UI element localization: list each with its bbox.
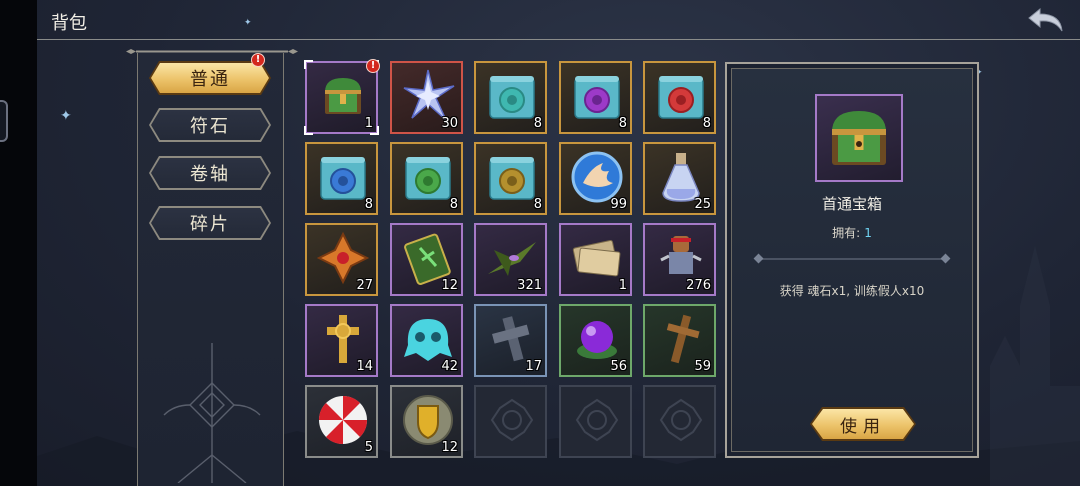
- tab-label: 符石: [151, 110, 269, 140]
- item-slot[interactable]: 8: [474, 142, 547, 215]
- decorative-emblem: [163, 343, 261, 483]
- empty-slot: [559, 385, 632, 458]
- purple-rune-scroll-icon: [574, 76, 620, 119]
- tab-label: 普通: [151, 63, 269, 93]
- selection-corner: [370, 126, 379, 135]
- item-count: 12: [441, 440, 458, 455]
- item-slot[interactable]: 99: [559, 142, 632, 215]
- item-slot[interactable]: 12: [390, 223, 463, 296]
- item-count: 321: [517, 278, 542, 293]
- treasure-chest-icon: [325, 78, 361, 114]
- item-slot[interactable]: 8: [643, 61, 716, 134]
- item-count: 25: [694, 197, 711, 212]
- item-slot[interactable]: 27: [305, 223, 378, 296]
- item-count: 42: [441, 359, 458, 374]
- selection-corner: [304, 126, 313, 135]
- item-count: 8: [702, 116, 711, 131]
- item-slot[interactable]: 56: [559, 304, 632, 377]
- item-count: 56: [610, 359, 627, 374]
- tab-normal[interactable]: 普通: [149, 61, 271, 95]
- owned-label: 拥有:: [832, 226, 861, 240]
- selection-corner: [304, 60, 313, 69]
- tab-runestone[interactable]: 符石: [149, 108, 271, 142]
- tab-label: 卷轴: [151, 158, 269, 188]
- item-count: 8: [449, 197, 458, 212]
- item-count: 30: [441, 116, 458, 131]
- use-button-label: 使用: [812, 409, 914, 439]
- item-slot[interactable]: 8: [390, 142, 463, 215]
- item-count: 8: [533, 116, 542, 131]
- item-slot[interactable]: 30: [390, 61, 463, 134]
- item-slot[interactable]: 5: [305, 385, 378, 458]
- empty-slot: [643, 385, 716, 458]
- top-bar: 背包: [37, 0, 1080, 40]
- divider: [758, 258, 946, 260]
- item-name: 首通宝箱: [821, 195, 882, 213]
- empty-slot: [474, 385, 547, 458]
- item-count: 5: [364, 440, 373, 455]
- back-button[interactable]: [1026, 5, 1066, 35]
- item-detail-panel: 首通宝箱 拥有: 1 获得 魂石x1, 训练假人x10 使用: [725, 62, 979, 458]
- item-count: 8: [364, 197, 373, 212]
- device-edge: [0, 0, 37, 486]
- alert-badge: !: [366, 59, 380, 73]
- category-panel: 普通 ! 符石 卷轴 碎片: [137, 53, 284, 486]
- owned-count: 拥有: 1: [732, 224, 972, 241]
- empty-slot-icon: [575, 398, 619, 442]
- tab-fragment[interactable]: 碎片: [149, 206, 271, 240]
- alert-badge: !: [251, 53, 265, 67]
- item-description: 获得 魂石x1, 训练假人x10: [779, 284, 925, 298]
- water-rune-scroll-icon: [320, 157, 366, 200]
- star-sparkle: ✦: [60, 108, 72, 124]
- item-count: 17: [525, 359, 542, 374]
- item-slot[interactable]: 8: [474, 61, 547, 134]
- item-count: 8: [618, 116, 627, 131]
- side-handle[interactable]: [0, 100, 8, 142]
- item-count: 1: [618, 278, 627, 293]
- teal-rune-scroll-icon: [489, 76, 535, 119]
- page-title: 背包: [51, 13, 87, 34]
- item-slot[interactable]: 8: [559, 61, 632, 134]
- item-slot[interactable]: 25: [643, 142, 716, 215]
- empty-slot-icon: [490, 398, 534, 442]
- leaf-rune-scroll-icon: [405, 157, 451, 200]
- detail-item-icon-frame: [815, 94, 903, 182]
- castle-silhouette: [990, 246, 1080, 486]
- item-slot[interactable]: 12: [390, 385, 463, 458]
- peppermint-candy-icon: [318, 395, 368, 445]
- item-slot[interactable]: 276: [643, 223, 716, 296]
- item-slot[interactable]: 59: [643, 304, 716, 377]
- item-slot[interactable]: 42: [390, 304, 463, 377]
- item-count: 8: [533, 197, 542, 212]
- item-slot[interactable]: 8: [305, 142, 378, 215]
- sun-rune-scroll-icon: [489, 157, 535, 200]
- item-slot[interactable]: 14: [305, 304, 378, 377]
- item-slot[interactable]: 321: [474, 223, 547, 296]
- item-count: 14: [356, 359, 373, 374]
- ticket-bundle-icon: [572, 239, 621, 277]
- tab-label: 碎片: [151, 208, 269, 238]
- detail-frame: 首通宝箱 拥有: 1 获得 魂石x1, 训练假人x10 使用: [731, 68, 973, 452]
- back-arrow-icon: [1028, 7, 1063, 32]
- item-count: 276: [686, 278, 711, 293]
- owned-value: 1: [864, 226, 872, 240]
- red-rune-scroll-icon: [658, 76, 704, 119]
- empty-slot-icon: [659, 398, 703, 442]
- item-slot[interactable]: 17: [474, 304, 547, 377]
- item-slot[interactable]: 1: [559, 223, 632, 296]
- item-count: 59: [694, 359, 711, 374]
- item-count: 27: [356, 278, 373, 293]
- item-count: 12: [441, 278, 458, 293]
- item-count: 99: [610, 197, 627, 212]
- item-slot[interactable]: 1!: [304, 59, 380, 135]
- treasure-chest-icon: [832, 111, 886, 165]
- tab-scroll[interactable]: 卷轴: [149, 156, 271, 190]
- use-button[interactable]: 使用: [810, 407, 916, 441]
